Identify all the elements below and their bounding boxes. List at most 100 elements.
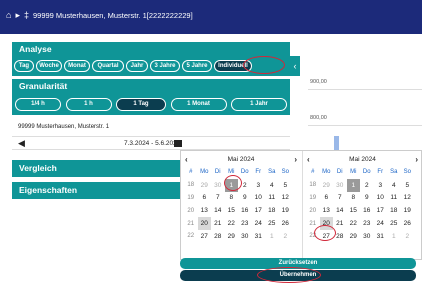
date-range-text[interactable]: 7.3.2024 - 5.6.2024: [124, 140, 180, 147]
calendar-day[interactable]: 10: [252, 192, 266, 205]
calendar-day[interactable]: 21: [211, 217, 225, 230]
calendar-day[interactable]: 5: [401, 179, 415, 192]
calendar-day[interactable]: 28: [333, 230, 347, 243]
calendar-day[interactable]: 17: [374, 204, 388, 217]
calendar-day[interactable]: 17: [252, 204, 266, 217]
prev-month-button[interactable]: ‹: [307, 155, 310, 164]
collapse-panel-button[interactable]: ‹: [290, 56, 300, 76]
calendar-day[interactable]: 1: [265, 230, 279, 243]
calendar-day[interactable]: 11: [265, 192, 279, 205]
calendar-day[interactable]: 3: [374, 179, 388, 192]
calendar-day[interactable]: 30: [333, 179, 347, 192]
calendar-day[interactable]: 15: [347, 204, 361, 217]
prev-month-button[interactable]: ‹: [185, 155, 188, 164]
granularity-button-year[interactable]: 1 Jahr: [231, 97, 287, 111]
calendar-day[interactable]: 18: [265, 204, 279, 217]
calendar-day[interactable]: 26: [279, 217, 293, 230]
calendar-day[interactable]: 2: [360, 179, 374, 192]
calendar-day[interactable]: 2: [238, 179, 252, 192]
calendar-day[interactable]: 14: [333, 204, 347, 217]
calendar-day[interactable]: 22: [225, 217, 239, 230]
calendar-day[interactable]: 20: [197, 217, 211, 230]
weekday-header: Do: [240, 169, 249, 176]
period-button-quartal[interactable]: Quartal: [92, 60, 124, 72]
calendar-day[interactable]: 12: [279, 192, 293, 205]
calendar-day[interactable]: 16: [238, 204, 252, 217]
calendar-day[interactable]: 2: [401, 230, 415, 243]
breadcrumb: ⌂ ▸ ‡ 99999 Musterhausen, Musterstr. 1[2…: [6, 11, 193, 21]
calendar-day[interactable]: 7: [211, 192, 225, 205]
apply-button[interactable]: Übernehmen: [180, 270, 416, 281]
next-month-button[interactable]: ›: [415, 155, 418, 164]
calendar-day[interactable]: 6: [320, 192, 334, 205]
calendar-day[interactable]: 8: [347, 192, 361, 205]
calendar-day[interactable]: 16: [360, 204, 374, 217]
calendar-day[interactable]: 25: [265, 217, 279, 230]
calendar-day[interactable]: 24: [374, 217, 388, 230]
calendar-day[interactable]: 8: [225, 192, 239, 205]
calendar-day[interactable]: 14: [211, 204, 225, 217]
calendar-day[interactable]: 15: [225, 204, 239, 217]
calendar-day[interactable]: 3: [252, 179, 266, 192]
granularity-button-quarter-hour[interactable]: 1/4 h: [15, 97, 61, 111]
calendar-day[interactable]: 28: [211, 230, 225, 243]
period-button-tag[interactable]: Tag: [14, 60, 34, 72]
calendar-day[interactable]: 13: [320, 204, 334, 217]
calendar-day[interactable]: 12: [401, 192, 415, 205]
period-button-woche[interactable]: Woche: [36, 60, 62, 72]
calendar-day[interactable]: 25: [387, 217, 401, 230]
calendar-day[interactable]: 29: [198, 179, 212, 192]
period-button-jahr[interactable]: Jahr: [126, 60, 148, 72]
calendar-day[interactable]: 6: [198, 192, 212, 205]
calendar-day[interactable]: 19: [401, 204, 415, 217]
period-button-individuell[interactable]: Individuell: [214, 60, 252, 72]
calendar-day[interactable]: 29: [320, 179, 334, 192]
granularity-button-month[interactable]: 1 Monat: [170, 97, 227, 111]
calendar-day[interactable]: 24: [252, 217, 266, 230]
granularity-button-day[interactable]: 1 Tag: [116, 97, 166, 111]
granularity-button-row: 1/4 h 1 h 1 Tag 1 Monat 1 Jahr: [12, 93, 290, 115]
calendar-day[interactable]: 9: [238, 192, 252, 205]
calendar-day[interactable]: 2: [279, 230, 293, 243]
section-eigenschaften[interactable]: Eigenschaften: [12, 182, 180, 199]
section-vergleich[interactable]: Vergleich: [12, 160, 180, 177]
calendar-day[interactable]: 4: [265, 179, 279, 192]
calendar-day[interactable]: 30: [238, 230, 252, 243]
calendar-icon[interactable]: [174, 140, 182, 147]
next-month-button[interactable]: ›: [294, 155, 297, 164]
calendar-day[interactable]: 30: [211, 179, 225, 192]
calendar-day[interactable]: 23: [360, 217, 374, 230]
previous-period-button[interactable]: ◀: [18, 138, 25, 149]
calendar-day[interactable]: 11: [387, 192, 401, 205]
calendar-day[interactable]: 29: [347, 230, 361, 243]
period-button-monat[interactable]: Monat: [64, 60, 90, 72]
calendar-day[interactable]: 27: [320, 230, 334, 243]
calendar-day[interactable]: 21: [333, 217, 347, 230]
period-button-5-jahre[interactable]: 5 Jahre: [182, 60, 212, 72]
calendar-day[interactable]: 1: [224, 178, 238, 192]
calendar-day[interactable]: 18: [387, 204, 401, 217]
period-button-3-jahre[interactable]: 3 Jahre: [150, 60, 180, 72]
calendar-day[interactable]: 9: [360, 192, 374, 205]
home-icon[interactable]: ⌂: [6, 11, 11, 20]
calendar-day[interactable]: 7: [333, 192, 347, 205]
calendar-day[interactable]: 19: [279, 204, 293, 217]
calendar-day[interactable]: 5: [279, 179, 293, 192]
reset-button[interactable]: Zurücksetzen: [180, 258, 416, 269]
calendar-day[interactable]: 30: [360, 230, 374, 243]
calendar-day[interactable]: 1: [387, 230, 401, 243]
granularity-button-hour[interactable]: 1 h: [65, 97, 112, 111]
calendar-day[interactable]: 31: [252, 230, 266, 243]
calendar-day[interactable]: 23: [238, 217, 252, 230]
calendar-day[interactable]: 22: [347, 217, 361, 230]
calendar-day[interactable]: 1: [346, 178, 360, 192]
calendar-day[interactable]: 13: [198, 204, 212, 217]
calendar-day[interactable]: 29: [225, 230, 239, 243]
calendar-day[interactable]: 20: [319, 217, 333, 230]
calendar-day[interactable]: 26: [401, 217, 415, 230]
calendar-day[interactable]: 27: [198, 230, 212, 243]
calendar-day[interactable]: 31: [374, 230, 388, 243]
calendar-day[interactable]: 10: [374, 192, 388, 205]
breadcrumb-location[interactable]: 99999 Musterhausen, Musterstr. 1[2222222…: [33, 11, 193, 20]
calendar-day[interactable]: 4: [387, 179, 401, 192]
